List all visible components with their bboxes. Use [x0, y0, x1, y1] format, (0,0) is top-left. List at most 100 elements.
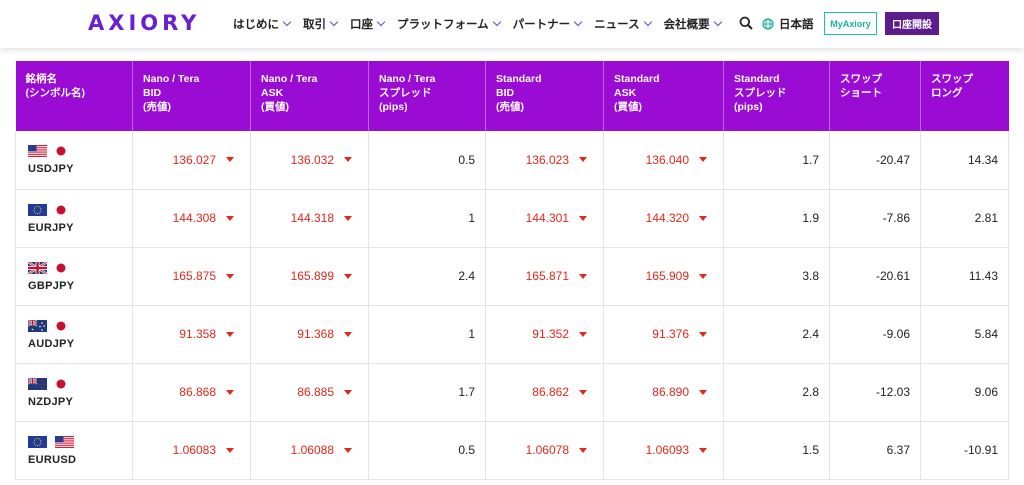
column-header-line: スプレッド — [734, 87, 787, 99]
price-value: 86.885 — [297, 385, 334, 399]
price-value-group: 136.027 — [173, 153, 240, 167]
column-header-line: BID — [143, 87, 162, 99]
nav-label: パートナー — [512, 19, 571, 31]
nav-item-accounts[interactable]: 口座 — [350, 16, 386, 32]
search-icon[interactable] — [739, 16, 753, 30]
symbol-label: EURUSD — [28, 453, 77, 466]
price-value: 144.301 — [525, 211, 569, 225]
numeric-value: 1 — [468, 327, 475, 341]
column-header: 銘柄名 (シンボル名) — [15, 61, 133, 131]
numeric-value: 1.7 — [802, 152, 819, 167]
column-header-line: (売値) — [143, 101, 171, 113]
table-row[interactable]: GBPJPY 165.875 165.899 2.4 165.871 165.909 3.8… — [15, 247, 1009, 306]
nav-item-company[interactable]: 会社概要 — [664, 16, 722, 32]
std-spread-cell: 1.9 — [723, 189, 830, 248]
nano-bid-cell: 165.875 — [132, 247, 251, 306]
language-selector[interactable]: 日本語 — [762, 16, 814, 32]
swap-short-cell: -12.03 — [829, 363, 921, 422]
chevron-down-icon — [376, 17, 386, 27]
price-value: 1.06093 — [645, 443, 689, 457]
price-value-group: 136.032 — [291, 153, 358, 167]
flag-group — [28, 261, 122, 275]
nano-spread-cell: 2.4 — [368, 247, 486, 306]
price-value-group: 144.318 — [291, 211, 358, 225]
price-down-arrow-icon — [579, 389, 587, 395]
price-value: 1.06088 — [290, 443, 334, 457]
swap-short-cell: -20.61 — [829, 247, 921, 306]
jp-flag-icon — [55, 378, 67, 390]
price-value-group: 86.868 — [179, 385, 240, 399]
swap-short-cell: 6.37 — [829, 421, 921, 480]
nav-item-platforms[interactable]: プラットフォーム — [397, 16, 501, 32]
swap-short-cell: -7.86 — [829, 189, 921, 248]
column-header-line: ASK — [261, 87, 284, 99]
price-value-group: 165.909 — [646, 269, 713, 283]
nano-ask-cell: 165.899 — [250, 247, 369, 306]
price-value-group: 144.308 — [173, 211, 240, 225]
numeric-value: 5.84 — [974, 327, 998, 341]
symbol-label: EURJPY — [28, 221, 74, 234]
column-header: スワップ ショート — [829, 61, 921, 131]
column-header-line: Standard — [496, 73, 542, 85]
price-value: 136.040 — [645, 152, 689, 167]
nano-spread-cell: 1 — [368, 189, 486, 248]
numeric-value: 2.81 — [974, 211, 998, 225]
jp-flag-icon — [55, 320, 67, 332]
price-value: 136.027 — [172, 152, 216, 167]
nav-item-partners[interactable]: パートナー — [512, 16, 583, 32]
std-bid-cell: 86.862 — [485, 363, 604, 422]
nav-item-getting-started[interactable]: はじめに — [233, 16, 292, 32]
std-bid-cell: 91.352 — [485, 305, 604, 364]
price-value-group: 91.352 — [532, 327, 593, 341]
std-ask-cell: 136.040 — [603, 131, 724, 190]
nav-label: 取引 — [303, 19, 326, 31]
std-ask-cell: 91.376 — [603, 305, 724, 364]
price-down-arrow-icon — [226, 273, 234, 279]
price-down-arrow-icon — [579, 447, 587, 453]
table-row[interactable]: EURJPY 144.308 144.318 1 144.301 144.320 1.9 -7… — [15, 189, 1009, 248]
nav-item-trading[interactable]: 取引 — [303, 16, 339, 32]
price-value: 91.376 — [652, 327, 689, 341]
swap-long-cell: -10.91 — [920, 421, 1009, 480]
chevron-down-icon — [492, 17, 501, 27]
nav-label: プラットフォーム — [397, 19, 489, 31]
column-header-line: Nano / Tera — [143, 73, 200, 85]
column-header: Nano / Tera BID (売値) — [132, 61, 251, 131]
column-header-line: Standard — [734, 73, 780, 85]
std-spread-cell: 3.8 — [723, 247, 830, 306]
price-value: 165.899 — [290, 269, 334, 283]
nano-ask-cell: 1.06088 — [250, 421, 369, 480]
numeric-value: -20.47 — [875, 152, 910, 167]
price-value: 91.368 — [297, 327, 334, 341]
jp-flag-icon — [55, 262, 67, 274]
au-flag-icon — [28, 319, 47, 332]
std-spread-cell: 1.7 — [723, 131, 830, 190]
nano-bid-cell: 1.06083 — [132, 421, 251, 480]
table-row[interactable]: NZDJPY 86.868 86.885 1.7 86.862 86.890 2.8 -12.… — [15, 363, 1009, 422]
price-value-group: 86.890 — [652, 385, 713, 399]
table-row[interactable]: USDJPY 136.027 136.032 0.5 136.023 136.040 1.7… — [15, 131, 1009, 190]
std-ask-cell: 165.909 — [603, 247, 724, 306]
nano-bid-cell: 136.027 — [132, 131, 251, 190]
numeric-value: -10.91 — [963, 443, 998, 457]
symbol-cell: GBPJPY — [15, 247, 133, 306]
flag-group — [28, 203, 122, 217]
price-value: 1.06083 — [172, 443, 216, 457]
nav-item-news[interactable]: ニュース — [594, 16, 652, 32]
std-ask-cell: 144.320 — [603, 189, 724, 248]
nano-spread-cell: 0.5 — [368, 131, 486, 190]
axiory-logo[interactable]: AXIORY — [88, 11, 200, 35]
nano-spread-cell: 1 — [368, 305, 486, 364]
swap-short-cell: -20.47 — [829, 131, 921, 190]
price-down-arrow-icon — [699, 447, 707, 453]
price-value-group: 144.320 — [646, 211, 713, 225]
column-header: Nano / Tera スプレッド (pips) — [368, 61, 486, 131]
table-row[interactable]: AUDJPY 91.358 91.368 1 91.352 91.376 2.4 -9.06 5… — [15, 305, 1009, 364]
open-account-button[interactable]: 口座開設 — [885, 12, 939, 35]
table-row[interactable]: EURUSD 1.06083 1.06088 0.5 1.06078 1.06093 1.5… — [15, 421, 1009, 480]
chevron-down-icon — [282, 17, 292, 27]
swap-short-cell: -9.06 — [829, 305, 921, 364]
std-ask-cell: 1.06093 — [603, 421, 724, 480]
myaxiory-button[interactable]: MyAxiory — [824, 12, 877, 35]
swap-long-cell: 5.84 — [920, 305, 1009, 364]
